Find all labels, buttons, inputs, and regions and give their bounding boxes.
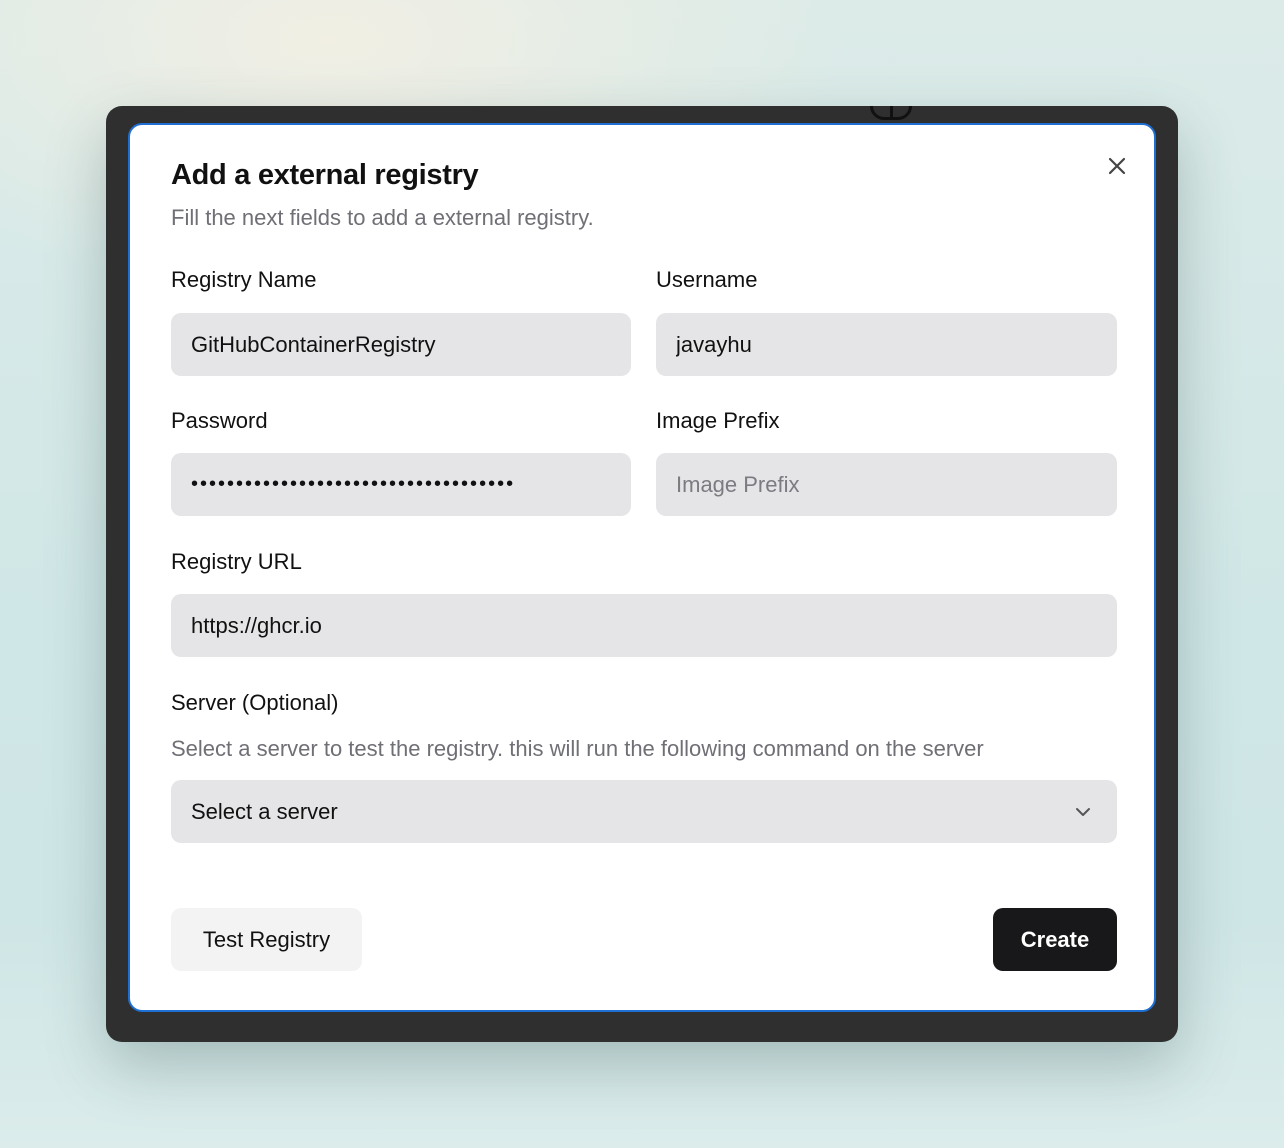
background-logo-icon: [870, 106, 912, 120]
registry-name-input[interactable]: [171, 313, 631, 376]
dialog-title: Add a external registry: [171, 159, 479, 191]
test-registry-button[interactable]: Test Registry: [171, 908, 362, 971]
server-select-value: Select a server: [191, 798, 338, 824]
username-label: Username: [656, 267, 758, 292]
registry-name-label: Registry Name: [171, 267, 317, 292]
image-prefix-label: Image Prefix: [656, 408, 780, 433]
server-select[interactable]: Select a server: [171, 780, 1117, 843]
chevron-down-icon: [1076, 807, 1090, 816]
server-help-text: Select a server to test the registry. th…: [171, 736, 984, 761]
password-label: Password: [171, 408, 268, 433]
registry-url-label: Registry URL: [171, 549, 302, 574]
username-input[interactable]: [656, 313, 1117, 376]
image-prefix-input[interactable]: [656, 453, 1117, 516]
dialog-subtitle: Fill the next fields to add a external r…: [171, 205, 594, 230]
add-registry-dialog: Add a external registry Fill the next fi…: [128, 123, 1156, 1012]
close-icon[interactable]: [1104, 153, 1130, 179]
create-button[interactable]: Create: [993, 908, 1117, 971]
password-input[interactable]: [171, 453, 631, 516]
server-label: Server (Optional): [171, 690, 339, 715]
registry-url-input[interactable]: [171, 594, 1117, 657]
